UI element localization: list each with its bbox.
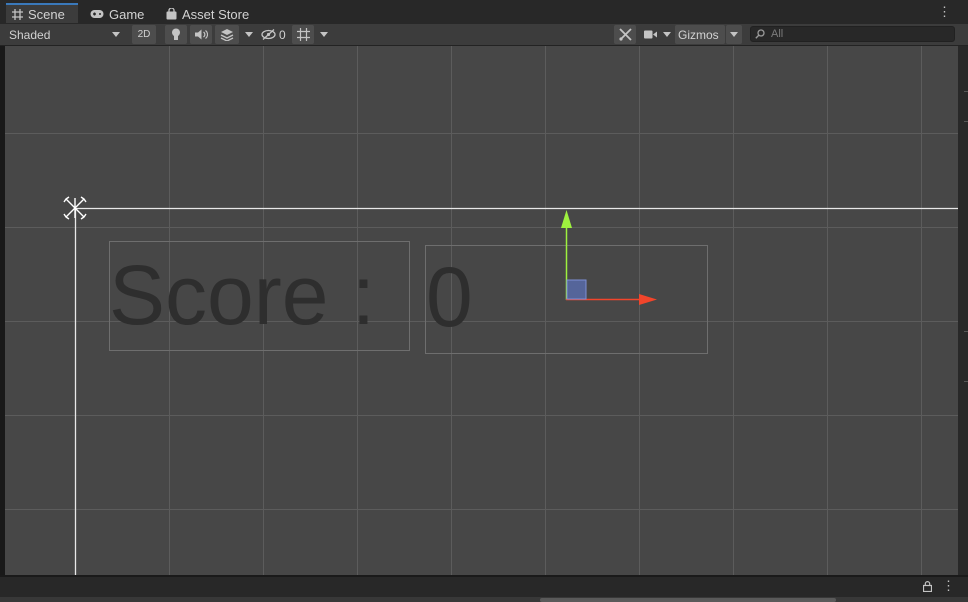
search-icon bbox=[755, 29, 765, 39]
shading-mode-value: Shaded bbox=[9, 27, 51, 42]
tab-game[interactable]: Game bbox=[90, 4, 144, 24]
2d-toggle-label: 2D bbox=[137, 29, 151, 40]
bottom-panel-content bbox=[0, 597, 968, 602]
score-label-text: Score : bbox=[109, 248, 376, 342]
scene-toolbar: Shaded 2D 0 Gizmos All bbox=[0, 24, 968, 46]
effects-toggle-button[interactable] bbox=[215, 25, 239, 44]
shopping-bag-icon bbox=[166, 8, 177, 20]
hidden-count: 0 bbox=[279, 27, 286, 42]
camera-settings-button[interactable] bbox=[641, 25, 673, 44]
tab-asset-store[interactable]: Asset Store bbox=[166, 4, 249, 24]
more-options-icon[interactable]: ⋮ bbox=[942, 579, 955, 592]
tab-asset-store-label: Asset Store bbox=[182, 6, 250, 22]
move-gizmo[interactable] bbox=[561, 210, 657, 305]
effects-dropdown[interactable] bbox=[241, 25, 257, 44]
hidden-eye-icon bbox=[261, 29, 276, 40]
camera-icon bbox=[644, 30, 657, 39]
tools-icon bbox=[618, 28, 632, 41]
lock-icon[interactable] bbox=[923, 581, 932, 592]
anchor-icon[interactable] bbox=[62, 195, 88, 221]
grid-toggle-button[interactable] bbox=[292, 25, 314, 44]
gamepad-icon bbox=[90, 9, 104, 19]
lighting-toggle-button[interactable] bbox=[165, 25, 187, 44]
chevron-down-icon bbox=[245, 32, 253, 37]
tab-scene[interactable]: Scene bbox=[6, 3, 78, 23]
right-panel-edge bbox=[958, 46, 968, 575]
chevron-down-icon bbox=[663, 32, 671, 37]
scene-visibility-toggle[interactable]: 0 bbox=[261, 25, 289, 44]
grid-dropdown[interactable] bbox=[316, 25, 332, 44]
window-tab-bar: Scene Game Asset Store ⋮ bbox=[0, 0, 968, 24]
shading-mode-dropdown[interactable]: Shaded bbox=[0, 25, 126, 44]
layers-icon bbox=[220, 28, 234, 41]
scene-search-field[interactable]: All bbox=[750, 26, 955, 42]
score-value-text: 0 bbox=[426, 250, 473, 344]
search-placeholder: All bbox=[771, 28, 784, 40]
tab-scene-label: Scene bbox=[28, 6, 65, 22]
gizmos-button[interactable]: Gizmos bbox=[675, 25, 725, 44]
gizmos-dropdown[interactable] bbox=[726, 25, 742, 44]
grid-icon bbox=[12, 8, 23, 20]
more-options-icon[interactable]: ⋮ bbox=[938, 5, 951, 18]
audio-toggle-button[interactable] bbox=[190, 25, 212, 44]
speaker-icon bbox=[194, 29, 208, 40]
gizmos-label: Gizmos bbox=[678, 27, 719, 42]
tools-button[interactable] bbox=[614, 25, 636, 44]
chevron-down-icon bbox=[730, 32, 738, 37]
grid-snap-icon bbox=[296, 28, 310, 41]
scene-viewport[interactable]: Score : 0 bbox=[5, 46, 958, 575]
chevron-down-icon bbox=[320, 32, 328, 37]
tab-game-label: Game bbox=[109, 6, 145, 22]
lightbulb-icon bbox=[172, 28, 180, 40]
chevron-down-icon bbox=[112, 32, 120, 37]
2d-toggle-button[interactable]: 2D bbox=[132, 25, 156, 44]
